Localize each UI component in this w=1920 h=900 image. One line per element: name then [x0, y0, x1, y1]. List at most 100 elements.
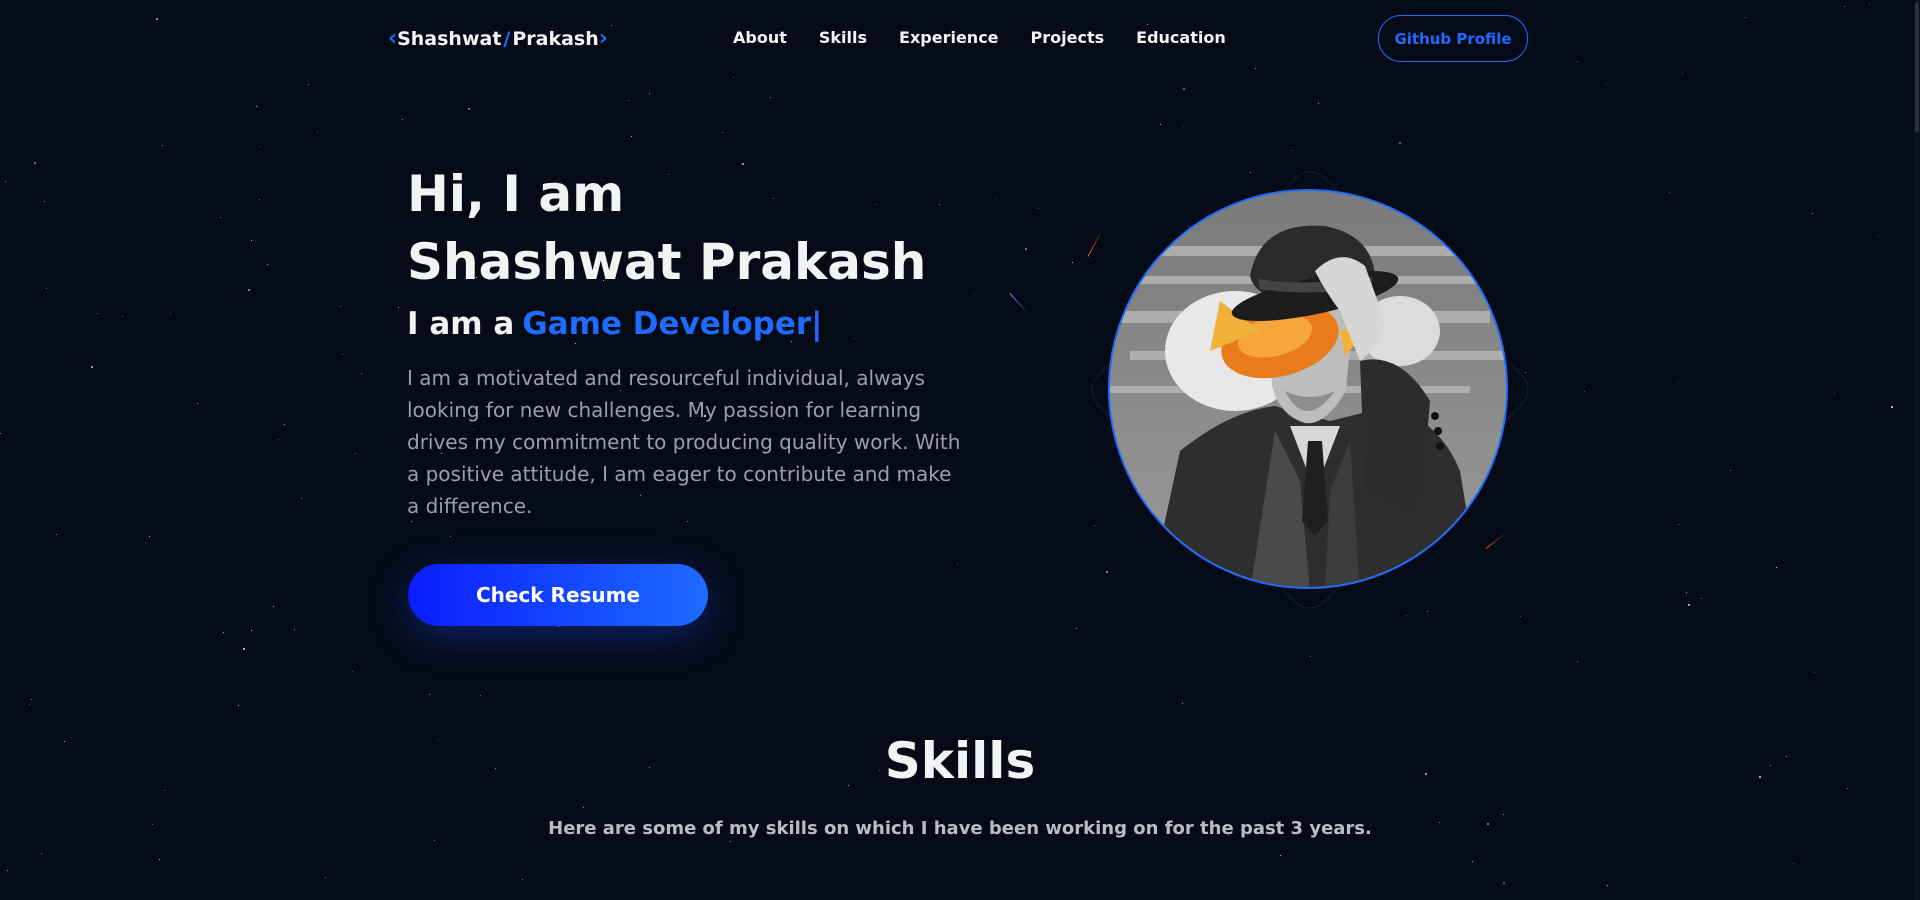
star: [628, 100, 630, 102]
star: [325, 877, 327, 879]
star: [251, 240, 252, 241]
logo-slash: /: [503, 27, 511, 50]
star: [301, 498, 302, 499]
star: [575, 343, 577, 345]
star: [522, 879, 523, 880]
logo-first-name: Shashwat: [397, 27, 502, 50]
star: [1678, 524, 1680, 526]
nav-link-skills[interactable]: Skills: [819, 28, 867, 47]
star: [0, 433, 2, 435]
star: [1182, 703, 1183, 704]
star: [1280, 855, 1282, 857]
star: [223, 632, 224, 633]
nav-link-about[interactable]: About: [733, 28, 787, 47]
star: [450, 536, 452, 538]
star: [1686, 592, 1688, 594]
star: [251, 630, 252, 631]
star: [162, 145, 163, 146]
star: [957, 563, 959, 565]
skills-title: Skills: [884, 732, 1036, 790]
star: [730, 841, 731, 842]
star: [317, 132, 319, 134]
star: [939, 204, 940, 205]
star: [170, 313, 171, 314]
star: [974, 294, 976, 296]
star: [1669, 192, 1670, 193]
star: [480, 695, 482, 697]
hero-name: Shashwat Prakash: [407, 233, 927, 291]
star: [1577, 661, 1579, 663]
star: [164, 790, 166, 792]
star: [1814, 672, 1816, 674]
star: [1701, 598, 1702, 599]
star: [284, 424, 286, 426]
star: [197, 403, 198, 404]
star: [733, 77, 734, 78]
page-scrollbar[interactable]: [1914, 0, 1920, 900]
star: [342, 354, 344, 356]
star: [259, 199, 260, 200]
typewriter-cursor: |: [811, 306, 823, 342]
star: [1160, 124, 1161, 125]
star: [159, 859, 160, 860]
star: [468, 108, 471, 111]
star: [91, 366, 94, 369]
chevron-right-icon: ›: [598, 26, 608, 51]
star: [1730, 470, 1731, 471]
star: [243, 648, 246, 651]
hero-role: I am a Game Developer|: [407, 306, 823, 342]
star: [1812, 213, 1814, 215]
star: [273, 606, 274, 607]
star: [248, 289, 251, 292]
star: [402, 119, 404, 121]
star: [294, 629, 296, 631]
star: [429, 694, 431, 696]
star: [238, 705, 240, 707]
star: [1793, 863, 1795, 865]
star: [434, 840, 436, 842]
star: [1318, 103, 1320, 105]
star: [649, 93, 651, 95]
star: [398, 307, 399, 308]
star: [34, 162, 37, 165]
site-logo[interactable]: ‹ Shashwat / Prakash ›: [388, 26, 608, 51]
star: [256, 106, 257, 107]
skills-subtitle: Here are some of my skills on which I ha…: [548, 818, 1372, 839]
profile-portrait: [1108, 189, 1508, 589]
star: [770, 97, 772, 99]
star: [1607, 885, 1609, 887]
star: [29, 704, 31, 706]
star: [122, 316, 124, 318]
star: [631, 136, 632, 137]
star: [1891, 406, 1894, 409]
star: [355, 453, 357, 455]
star: [260, 146, 261, 147]
star: [278, 439, 279, 440]
star: [352, 671, 353, 672]
github-profile-button[interactable]: Github Profile: [1378, 15, 1528, 62]
star: [1183, 88, 1186, 91]
hero-title: Hi, I am Shashwat Prakash: [407, 160, 926, 296]
star: [1834, 393, 1836, 395]
check-resume-button[interactable]: Check Resume: [408, 564, 708, 626]
star: [995, 198, 997, 200]
nav-link-education[interactable]: Education: [1136, 28, 1226, 47]
star: [308, 84, 310, 86]
star: [722, 132, 724, 134]
star: [44, 201, 46, 203]
nav-links: About Skills Experience Projects Educati…: [733, 28, 1226, 47]
nav-link-projects[interactable]: Projects: [1031, 28, 1105, 47]
star: [7, 870, 9, 872]
star: [854, 338, 856, 340]
hero-greeting: Hi, I am: [407, 165, 625, 223]
star: [1776, 567, 1778, 569]
star: [1503, 814, 1504, 815]
star: [1678, 382, 1679, 383]
star: [56, 534, 58, 536]
star: [340, 306, 341, 307]
nav-link-experience[interactable]: Experience: [899, 28, 999, 47]
star: [1183, 126, 1185, 128]
chevron-left-icon: ‹: [388, 26, 398, 51]
shooting-star: [1009, 293, 1028, 314]
scrollbar-thumb[interactable]: [1915, 2, 1919, 132]
